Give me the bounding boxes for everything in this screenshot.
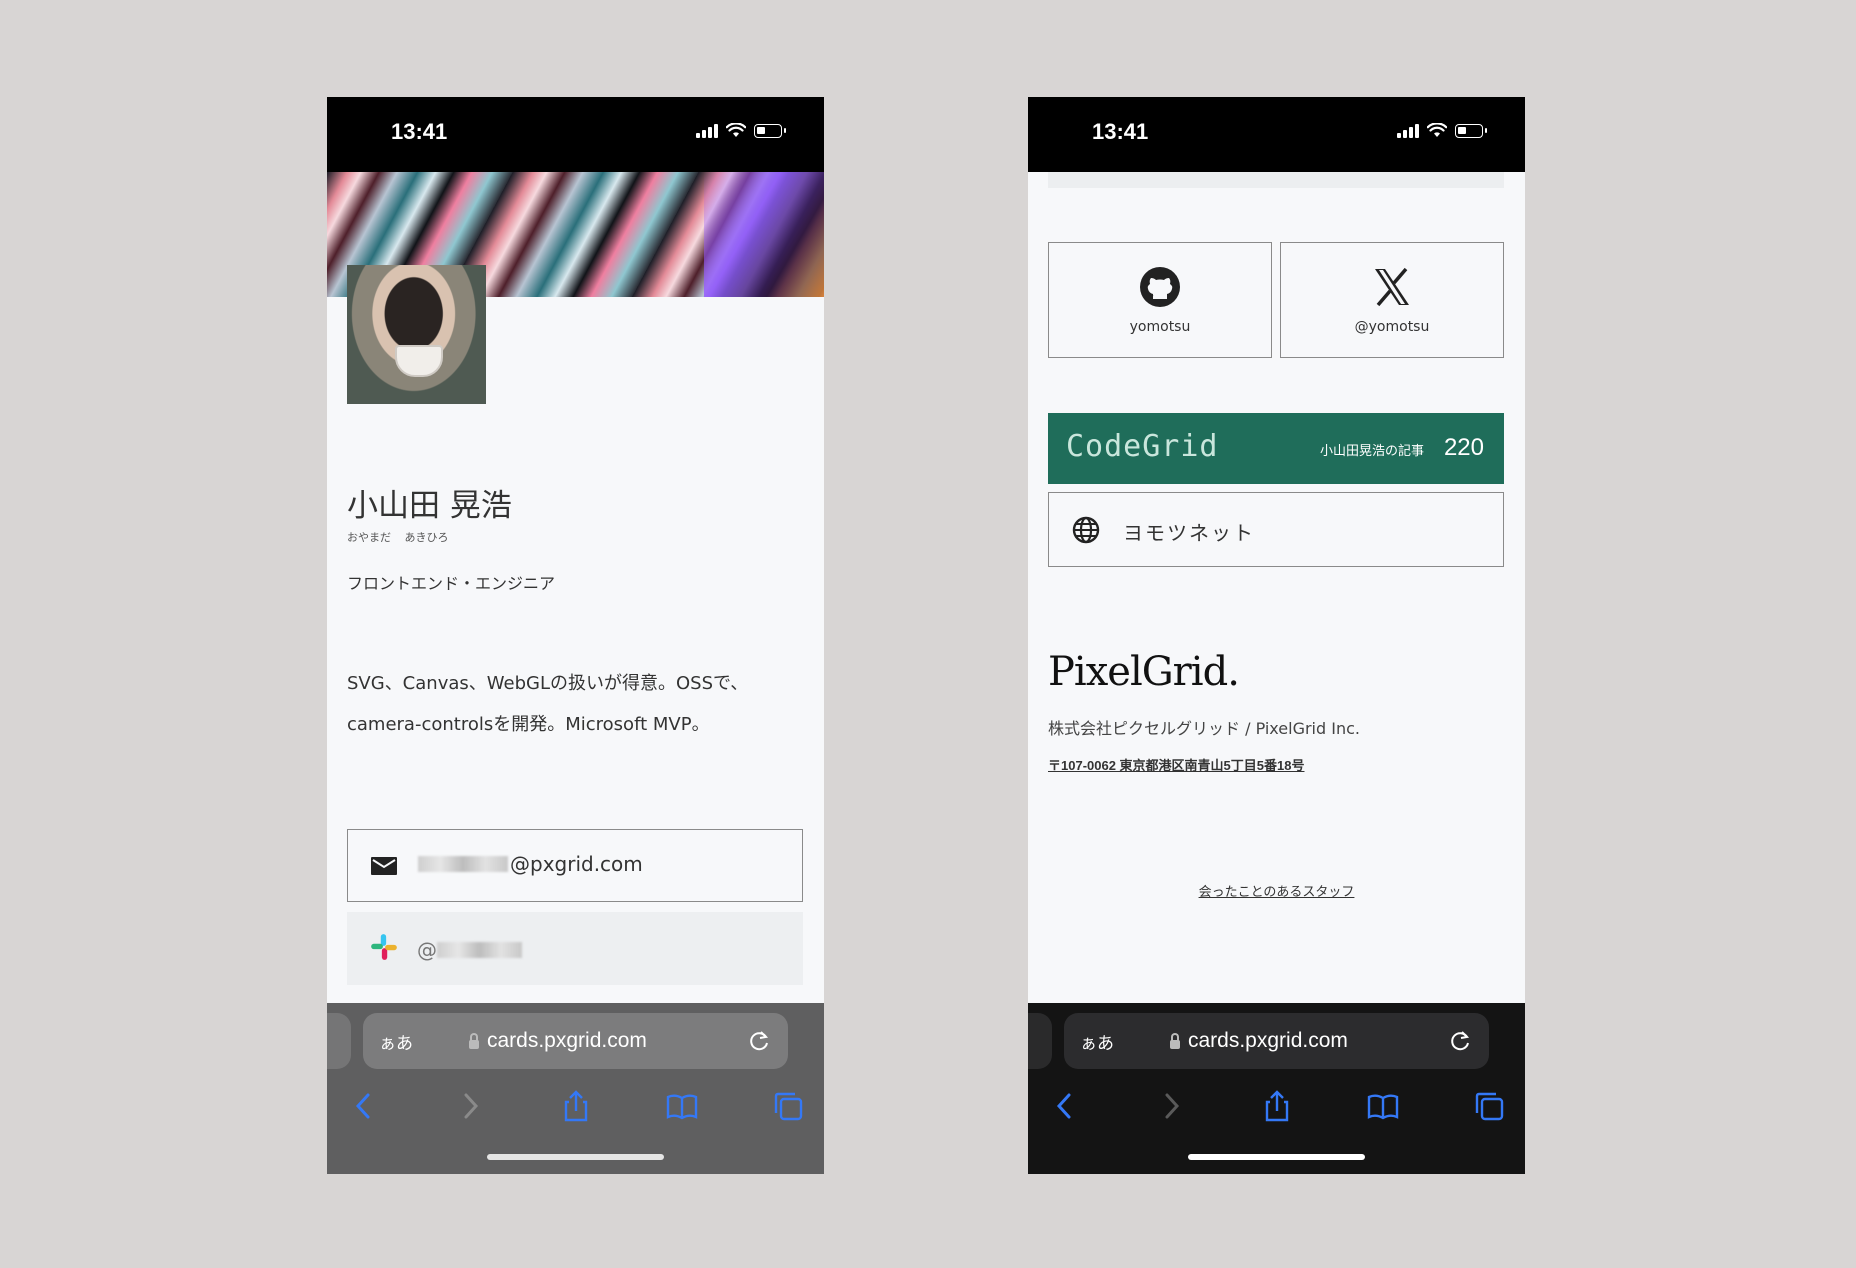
signal-icon: [1397, 123, 1419, 138]
safari-bottom-bar: ぁあ cards.pxgrid.com: [1028, 1003, 1525, 1174]
met-staff-link[interactable]: 会ったことのあるスタッフ: [1028, 881, 1525, 900]
redacted-slack-user: [437, 942, 522, 958]
safari-toolbar: [1028, 1081, 1525, 1131]
company-address[interactable]: 〒107-0062 東京都港区南青山5丁目5番18号: [1048, 755, 1304, 774]
address-bar[interactable]: ぁあ cards.pxgrid.com: [363, 1013, 788, 1069]
home-indicator: [487, 1154, 664, 1160]
reload-icon[interactable]: [746, 1028, 772, 1054]
github-link[interactable]: yomotsu: [1048, 242, 1272, 358]
lock-icon: [469, 1032, 479, 1049]
profile-name-kana: おやまだ あきひろ: [347, 531, 449, 544]
globe-icon: [1072, 516, 1100, 544]
lock-icon: [1170, 1032, 1180, 1049]
address-bar[interactable]: ぁあ cards.pxgrid.com: [1064, 1013, 1489, 1069]
pixelgrid-logo: PixelGrid.: [1048, 649, 1240, 695]
battery-icon: [1455, 123, 1487, 138]
email-link[interactable]: @pxgrid.com: [347, 829, 803, 902]
url-text: cards.pxgrid.com: [487, 1029, 647, 1052]
share-icon[interactable]: [559, 1089, 593, 1123]
page-settings-button[interactable]: ぁあ: [379, 1029, 469, 1054]
mail-icon: [371, 857, 397, 875]
avatar: [347, 265, 486, 404]
reload-icon[interactable]: [1447, 1028, 1473, 1054]
previous-tab[interactable]: [1028, 1013, 1052, 1069]
slack-icon: [371, 934, 397, 960]
status-icons: [696, 123, 786, 138]
email-address: @pxgrid.com: [418, 852, 643, 876]
website-link[interactable]: ヨモツネット: [1048, 492, 1504, 567]
codegrid-article-count: 220: [1443, 434, 1484, 461]
phone-screenshot-links: 13:41 yomotsu @yomotsu CodeGrid 小山田晃浩の記事…: [1028, 97, 1525, 1174]
bookmarks-icon[interactable]: [665, 1089, 699, 1123]
back-icon[interactable]: [347, 1089, 381, 1123]
bookmarks-icon[interactable]: [1366, 1089, 1400, 1123]
github-username: yomotsu: [1129, 319, 1191, 335]
signal-icon: [696, 123, 718, 138]
email-domain: @pxgrid.com: [510, 852, 643, 876]
forward-icon[interactable]: [453, 1089, 487, 1123]
slack-link[interactable]: @: [347, 912, 803, 985]
slack-at: @: [417, 938, 437, 962]
battery-icon: [754, 123, 786, 138]
tabs-icon[interactable]: [771, 1089, 805, 1123]
status-time: 13:41: [391, 119, 448, 144]
forward-icon[interactable]: [1154, 1089, 1188, 1123]
profile-bio: SVG、Canvas、WebGLの扱いが得意。OSSで、camera-contr…: [347, 673, 749, 735]
url-text: cards.pxgrid.com: [1188, 1029, 1348, 1052]
previous-tab[interactable]: [327, 1013, 351, 1069]
x-username: @yomotsu: [1354, 319, 1430, 335]
company-name: 株式会社ピクセルグリッド / PixelGrid Inc.: [1048, 719, 1360, 738]
wifi-icon: [726, 123, 746, 137]
wifi-icon: [1427, 123, 1447, 137]
x-link[interactable]: @yomotsu: [1280, 242, 1504, 358]
profile-role: フロントエンド・エンジニア: [347, 574, 556, 593]
safari-bottom-bar: ぁあ cards.pxgrid.com: [327, 1003, 824, 1174]
profile-name: 小山田 晃浩: [347, 488, 512, 524]
codegrid-link[interactable]: CodeGrid 小山田晃浩の記事 220: [1048, 413, 1504, 484]
codegrid-articles-label: 小山田晃浩の記事: [1319, 444, 1424, 459]
tabs-icon[interactable]: [1472, 1089, 1506, 1123]
status-bar: 13:41: [1028, 97, 1525, 172]
status-icons: [1397, 123, 1487, 138]
back-icon[interactable]: [1048, 1089, 1082, 1123]
phone-screenshot-profile: 13:41 小山田 晃浩 おやまだ あきひろ フロントエンド・エンジニア SVG…: [327, 97, 824, 1174]
status-time: 13:41: [1092, 119, 1149, 144]
status-bar: 13:41: [327, 97, 824, 172]
github-icon: [1140, 267, 1180, 307]
scrolled-content-edge: [1048, 172, 1504, 188]
redacted-email-user: [418, 856, 508, 872]
safari-toolbar: [327, 1081, 824, 1131]
share-icon[interactable]: [1260, 1089, 1294, 1123]
slack-handle: @: [417, 938, 524, 962]
x-icon: [1375, 267, 1409, 307]
codegrid-logo: CodeGrid: [1066, 429, 1219, 464]
website-label: ヨモツネット: [1123, 521, 1255, 545]
home-indicator: [1188, 1154, 1365, 1160]
page-settings-button[interactable]: ぁあ: [1080, 1029, 1170, 1054]
